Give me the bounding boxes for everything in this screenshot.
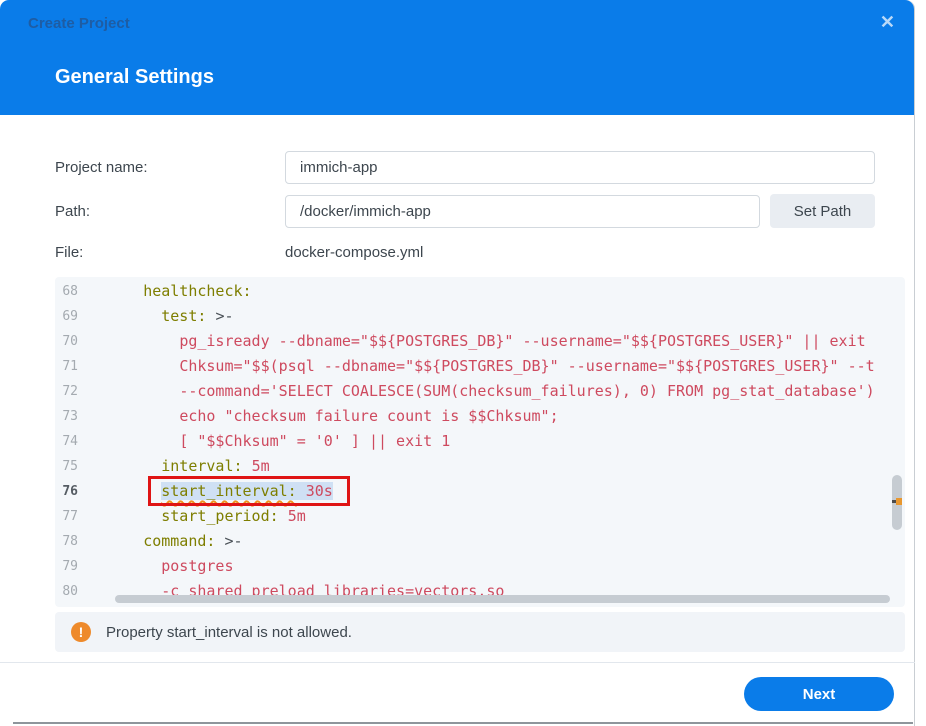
dialog-title: Create Project: [28, 15, 130, 32]
code-line: 78 command: >-: [55, 529, 905, 554]
code-line: 77 start_period: 5m: [55, 504, 905, 529]
dialog-header: Create Project ✕ General Settings: [0, 0, 914, 115]
line-number: 77: [55, 504, 89, 529]
horizontal-scrollbar[interactable]: [115, 595, 890, 603]
code-text: Chksum="$$(psql --dbname="$${POSTGRES_DB…: [89, 354, 875, 379]
line-number: 71: [55, 354, 89, 379]
code-text: start_period: 5m: [89, 504, 306, 529]
code-line: 74 [ "$$Chksum" = '0' ] || exit 1: [55, 429, 905, 454]
close-icon[interactable]: ✕: [880, 12, 895, 32]
line-number: 74: [55, 429, 89, 454]
path-label: Path:: [55, 203, 285, 220]
line-number: 73: [55, 404, 89, 429]
code-text: command: >-: [89, 529, 243, 554]
line-number: 70: [55, 329, 89, 354]
file-label: File:: [55, 244, 285, 261]
code-line: 70 pg_isready --dbname="$${POSTGRES_DB}"…: [55, 329, 905, 354]
next-button[interactable]: Next: [744, 677, 894, 711]
code-line: 79 postgres: [55, 554, 905, 579]
validation-error-bar: ! Property start_interval is not allowed…: [55, 612, 905, 652]
scrollbar-warning-marker: [896, 498, 902, 505]
code-text: postgres: [89, 554, 234, 579]
code-line: 75 interval: 5m: [55, 454, 905, 479]
project-name-row: Project name:: [55, 151, 914, 184]
line-number: 68: [55, 279, 89, 304]
file-row: File: docker-compose.yml: [55, 244, 914, 261]
error-annotation-box: start_interval: 30s: [151, 479, 347, 503]
code-text: healthcheck:: [89, 279, 252, 304]
page-title: General Settings: [55, 66, 214, 89]
path-input[interactable]: [285, 195, 760, 228]
code-lines: 68 healthcheck:69 test: >-70 pg_isready …: [55, 279, 905, 604]
file-value: docker-compose.yml: [285, 244, 423, 261]
warning-icon: !: [71, 622, 91, 642]
set-path-button[interactable]: Set Path: [770, 194, 875, 228]
code-text: pg_isready --dbname="$${POSTGRES_DB}" --…: [89, 329, 866, 354]
line-number: 78: [55, 529, 89, 554]
code-line: 68 healthcheck:: [55, 279, 905, 304]
window-bottom-edge: [13, 722, 913, 724]
yaml-code-editor[interactable]: 68 healthcheck:69 test: >-70 pg_isready …: [55, 277, 905, 607]
create-project-dialog: Create Project ✕ General Settings Projec…: [0, 0, 915, 726]
line-number: 76: [55, 479, 89, 504]
dialog-footer: Next: [0, 663, 914, 721]
code-line: 73 echo "checksum failure count is $$Chk…: [55, 404, 905, 429]
path-row: Path: Set Path: [55, 194, 914, 228]
code-text: start_interval: 30s: [89, 479, 333, 504]
code-line: 69 test: >-: [55, 304, 905, 329]
project-name-input[interactable]: [285, 151, 875, 184]
code-text: [ "$$Chksum" = '0' ] || exit 1: [89, 429, 450, 454]
code-text: interval: 5m: [89, 454, 270, 479]
error-message: Property start_interval is not allowed.: [106, 624, 352, 641]
dialog-body: Project name: Path: Set Path File: docke…: [0, 115, 914, 721]
line-number: 72: [55, 379, 89, 404]
line-number: 79: [55, 554, 89, 579]
line-number: 75: [55, 454, 89, 479]
code-line: 76 start_interval: 30s: [55, 479, 905, 504]
code-line: 72 --command='SELECT COALESCE(SUM(checks…: [55, 379, 905, 404]
code-text: test: >-: [89, 304, 234, 329]
line-number: 80: [55, 579, 89, 604]
code-text: echo "checksum failure count is $$Chksum…: [89, 404, 559, 429]
vertical-scrollbar[interactable]: [892, 475, 902, 530]
line-number: 69: [55, 304, 89, 329]
project-name-label: Project name:: [55, 159, 285, 176]
code-line: 71 Chksum="$$(psql --dbname="$${POSTGRES…: [55, 354, 905, 379]
code-text: --command='SELECT COALESCE(SUM(checksum_…: [89, 379, 875, 404]
